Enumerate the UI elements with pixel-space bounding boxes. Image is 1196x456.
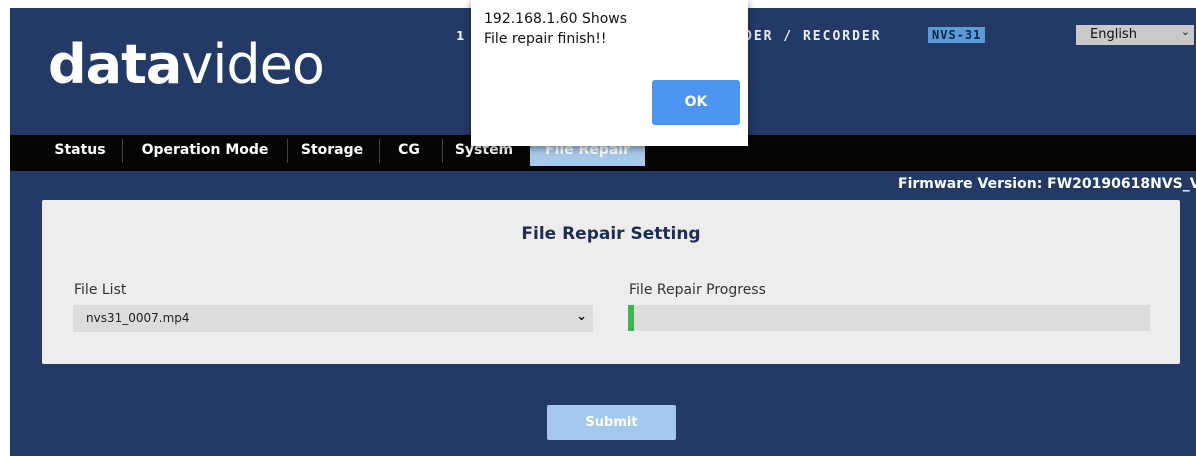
- nav-divider: [122, 139, 123, 163]
- tab-storage[interactable]: Storage: [292, 135, 372, 166]
- chevron-down-icon: ⌄: [576, 309, 587, 324]
- logo-light-part: video: [181, 33, 324, 96]
- progress-label: File Repair Progress: [629, 282, 766, 298]
- language-select[interactable]: English ⌄: [1076, 25, 1194, 45]
- dialog-message: File repair finish!!: [484, 31, 607, 47]
- dialog-origin: 192.168.1.60 Shows: [484, 11, 628, 27]
- datavideo-logo: datavideo: [48, 38, 325, 92]
- tab-status[interactable]: Status: [46, 135, 114, 166]
- submit-button[interactable]: Submit: [547, 405, 676, 440]
- file-list-value: nvs31_0007.mp4: [86, 311, 190, 325]
- file-list-select[interactable]: nvs31_0007.mp4 ⌄: [73, 305, 593, 332]
- panel-title: File Repair Setting: [521, 224, 701, 244]
- firmware-version: Firmware Version: FW20190618NVS_V06: [898, 176, 1196, 192]
- nav-divider: [442, 139, 443, 163]
- file-list-label: File List: [74, 282, 127, 298]
- chevron-down-icon: ⌄: [1180, 25, 1190, 38]
- tab-cg[interactable]: CG: [384, 135, 434, 166]
- alert-dialog: 192.168.1.60 Shows File repair finish!! …: [471, 0, 748, 146]
- header-title: DER / RECORDER: [744, 29, 882, 44]
- tab-operation-mode[interactable]: Operation Mode: [130, 135, 280, 166]
- file-repair-panel: File Repair Setting File List nvs31_0007…: [42, 200, 1180, 364]
- nav-divider: [379, 139, 380, 163]
- progress-fill: [628, 305, 634, 331]
- header-ip-fragment: 1: [456, 29, 465, 43]
- nav-divider: [287, 139, 288, 163]
- model-badge: NVS-31: [928, 27, 986, 43]
- language-value: English: [1090, 27, 1137, 42]
- ok-button[interactable]: OK: [652, 80, 740, 125]
- file-repair-progress-bar: [628, 305, 1150, 331]
- logo-bold-part: data: [48, 33, 182, 96]
